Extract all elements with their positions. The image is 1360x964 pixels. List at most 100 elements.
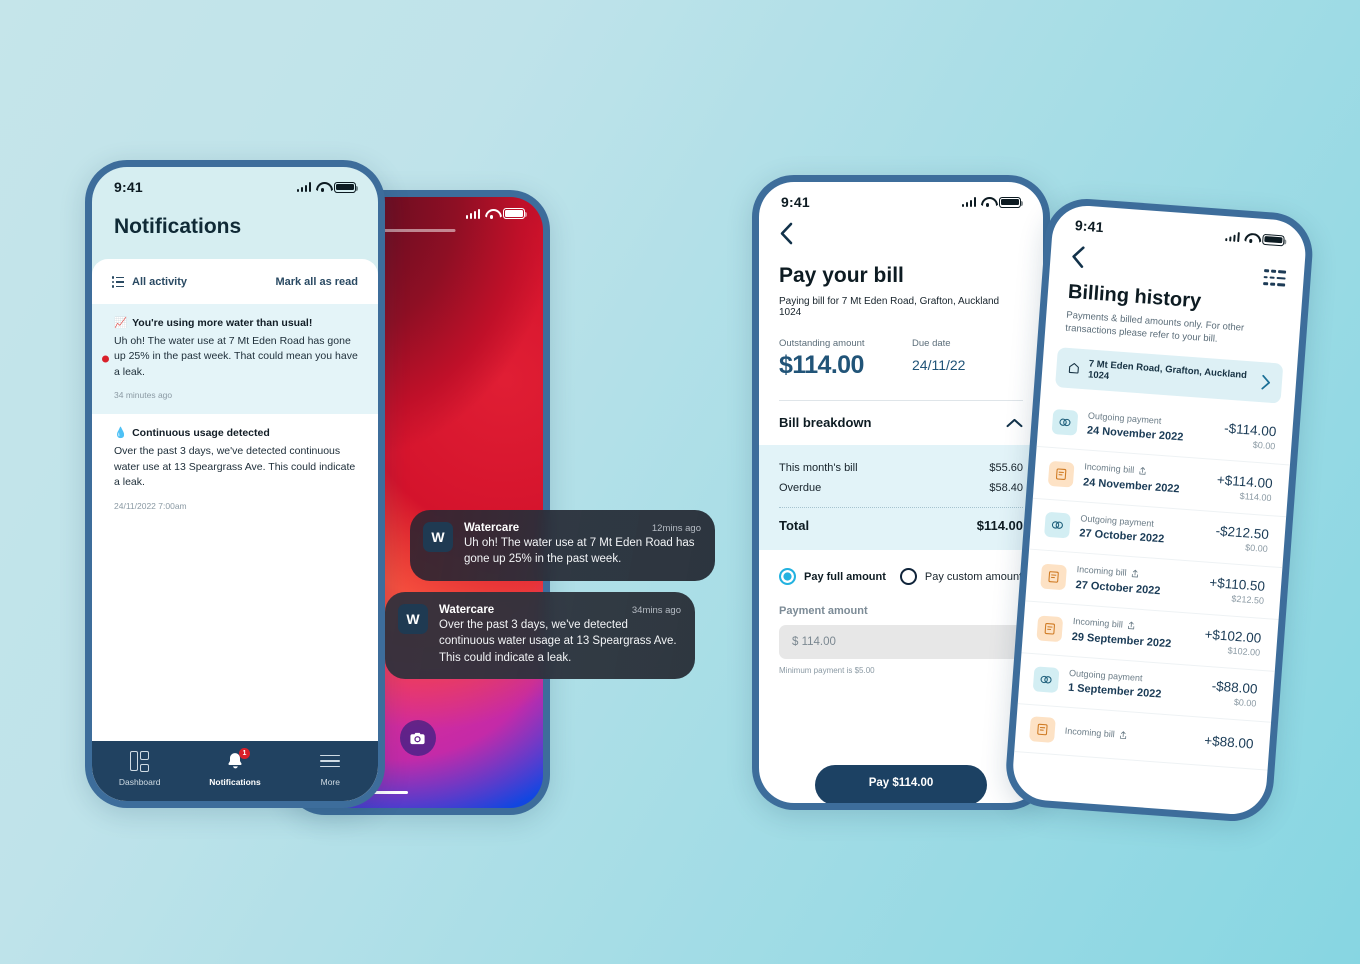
tab-notifications[interactable]: 1 Notifications [187, 748, 282, 787]
transaction-details: Outgoing payment 27 October 2022 [1079, 513, 1206, 550]
chevron-left-icon [780, 222, 793, 245]
due-date-value: 24/11/22 [912, 357, 966, 373]
radio-selected-icon [779, 568, 796, 585]
address-label: 7 Mt Eden Road, Grafton, Auckland 1024 [1087, 358, 1248, 382]
notifications-sheet: All activity Mark all as read 📈 You're u… [92, 259, 378, 801]
minimum-payment-note: Minimum payment is $5.00 [779, 666, 875, 675]
status-icons [465, 208, 528, 219]
radio-pay-full-amount[interactable]: Pay full amount [779, 568, 886, 585]
breakdown-row-label: Overdue [779, 482, 822, 494]
chevron-up-icon [1006, 418, 1023, 427]
outstanding-amount-value: $114.00 [779, 351, 864, 379]
back-button[interactable] [759, 214, 1043, 250]
dotted-divider [779, 507, 1023, 508]
bottom-tab-bar: Dashboard 1 Notifications More [92, 741, 378, 801]
back-button[interactable] [1069, 245, 1085, 274]
tab-more[interactable]: More [283, 751, 378, 787]
notification-time: 12mins ago [651, 523, 701, 534]
breakdown-row-value: $58.40 [989, 482, 1023, 494]
notification-time: 34 minutes ago [114, 390, 173, 401]
total-label: Total [779, 518, 810, 533]
transaction-date: 24 November 2022 [1082, 476, 1180, 496]
radio-pay-custom-label: Pay custom amount [924, 570, 1023, 583]
radio-pay-custom-amount[interactable]: Pay custom amount [899, 568, 1023, 585]
filter-icon[interactable] [1263, 269, 1287, 287]
due-date-label: Due date [912, 338, 951, 349]
transaction-list[interactable]: Outgoing payment 24 November 2022 -$114.… [1011, 395, 1294, 817]
notification-text: Over the past 3 days, we've detected con… [439, 619, 677, 664]
battery-icon [1262, 233, 1285, 246]
hamburger-menu-icon [320, 751, 341, 771]
bell-icon: 1 [225, 748, 250, 771]
dynamic-island-indicator [380, 229, 455, 232]
notification-title: You're using more water than usual! [132, 316, 313, 329]
status-icons [961, 196, 1024, 208]
cellular-icon [1224, 231, 1240, 243]
battery-icon [334, 181, 359, 193]
status-time: 9:41 [1074, 217, 1105, 236]
all-activity-filter[interactable]: All activity [112, 276, 187, 288]
lockscreen-notification-body: Watercare 12mins ago Uh oh! The water us… [464, 522, 701, 568]
transaction-date: 27 October 2022 [1078, 527, 1165, 546]
transaction-amount: -$88.00 [1211, 678, 1258, 698]
lockscreen-notification[interactable]: W Watercare 34mins ago Over the past 3 d… [385, 592, 695, 679]
transaction-balance: $0.00 [1244, 542, 1269, 555]
incoming-bill-icon [1040, 563, 1068, 591]
transaction-amounts: +$88.00 [1204, 733, 1254, 754]
tab-more-label: More [320, 777, 340, 787]
status-icons [296, 181, 359, 193]
radio-unselected-icon [899, 568, 917, 585]
cellular-icon [296, 182, 311, 192]
breakdown-row-label: This month's bill [779, 462, 858, 474]
transaction-details: Incoming bill 27 October 2022 [1075, 564, 1200, 602]
lockscreen-notification[interactable]: W Watercare 12mins ago Uh oh! The water … [410, 510, 715, 581]
billing-history-screen: 9:41 Billing history Payments & billed a… [1010, 203, 1308, 817]
pay-button[interactable]: Pay $114.00 [815, 765, 987, 803]
wifi-icon [485, 209, 498, 219]
notification-time: 24/11/2022 7:00am [114, 500, 187, 511]
transaction-amount: -$114.00 [1223, 421, 1277, 440]
notification-item[interactable]: 💧 Continuous usage detected Over the pas… [92, 414, 378, 524]
list-filter-icon [112, 276, 124, 287]
breakdown-row: This month's bill $55.60 [779, 458, 1023, 478]
camera-shortcut-button[interactable] [399, 720, 436, 756]
page-title: Notifications [114, 215, 242, 238]
home-icon [1068, 363, 1079, 375]
page-title: Pay your bill [779, 264, 904, 287]
payment-amount-input[interactable]: $ 114.00 [779, 625, 1023, 659]
breakdown-row: Overdue $58.40 [779, 478, 1023, 498]
address-selector[interactable]: 7 Mt Eden Road, Grafton, Auckland 1024 [1055, 347, 1284, 404]
cellular-icon [961, 197, 976, 207]
transaction-balance: $114.00 [1239, 490, 1272, 504]
total-value: $114.00 [976, 518, 1023, 533]
transaction-details: Incoming bill 24 November 2022 [1083, 461, 1208, 499]
pay-bill-screen: 9:41 Pay your bill Paying bill for 7 Mt … [759, 182, 1043, 803]
lockscreen-notification-header: Watercare 34mins ago [439, 604, 681, 616]
transaction-amounts: +$102.00 $102.00 [1203, 627, 1262, 658]
lockscreen-notification-header: Watercare 12mins ago [464, 522, 701, 534]
payment-options: Pay full amount Pay custom amount Paymen… [759, 550, 1043, 675]
transaction-details: Outgoing payment 24 November 2022 [1086, 411, 1214, 448]
chevron-right-icon [1261, 374, 1271, 390]
notification-text: Uh oh! The water use at 7 Mt Eden Road h… [464, 537, 695, 566]
notification-item[interactable]: 📈 You're using more water than usual! Uh… [92, 304, 378, 415]
mark-all-as-read-button[interactable]: Mark all as read [275, 276, 358, 288]
transaction-amount: +$110.50 [1208, 574, 1266, 594]
transaction-details: Outgoing payment 1 September 2022 [1067, 668, 1202, 706]
payment-radio-group: Pay full amount Pay custom amount [779, 568, 1023, 585]
transaction-type: Incoming bill [1064, 726, 1194, 746]
transaction-amounts: -$114.00 $0.00 [1223, 421, 1277, 452]
bill-breakdown-toggle[interactable]: Bill breakdown [759, 401, 1043, 445]
share-icon [1131, 569, 1139, 578]
watercare-app-icon: W [398, 604, 428, 634]
bill-breakdown-body: This month's bill $55.60 Overdue $58.40 … [759, 445, 1043, 550]
radio-pay-full-label: Pay full amount [804, 570, 886, 583]
incoming-bill-icon [1029, 716, 1056, 743]
phone-pay-bill: 9:41 Pay your bill Paying bill for 7 Mt … [752, 175, 1050, 810]
notification-body: Uh oh! The water use at 7 Mt Eden Road h… [114, 335, 358, 378]
tab-dashboard[interactable]: Dashboard [92, 751, 187, 787]
chevron-left-icon [1072, 246, 1085, 268]
outgoing-payment-icon [1032, 666, 1060, 694]
wifi-icon [316, 182, 329, 193]
wifi-icon [981, 197, 994, 208]
